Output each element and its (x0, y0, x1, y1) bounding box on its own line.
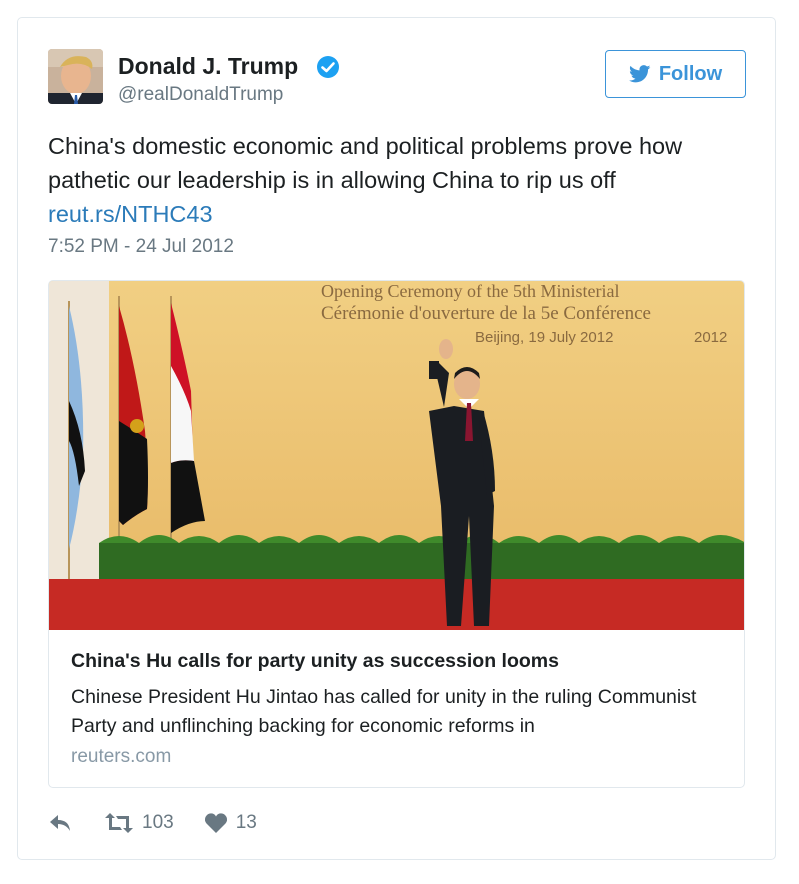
link-preview-card[interactable]: Opening Ceremony of the 5th Ministerial … (48, 280, 745, 788)
profile-photo (48, 49, 103, 104)
avatar[interactable] (48, 49, 103, 104)
wall-caption-line-2: Cérémonie d'ouverture de la 5e Conférenc… (321, 303, 651, 324)
heart-icon (204, 813, 227, 833)
follow-label: Follow (658, 62, 723, 85)
reply-button[interactable] (48, 812, 74, 834)
author-name[interactable]: Donald J. Trump (118, 53, 298, 80)
retweet-count: 103 (142, 812, 174, 833)
author-handle[interactable]: @realDonaldTrump (118, 84, 283, 106)
reply-icon (50, 815, 70, 831)
tweet-link[interactable]: reut.rs/NTHC43 (48, 197, 213, 231)
twitter-bird-icon (628, 65, 651, 83)
retweet-icon (105, 813, 133, 833)
article-domain: reuters.com (71, 746, 172, 767)
article-title[interactable]: China's Hu calls for party unity as succ… (71, 650, 559, 673)
verified-badge-icon (317, 56, 339, 78)
wall-caption-line-4: 2012 (694, 329, 727, 346)
retweet-button[interactable]: 103 (104, 812, 174, 834)
tweet-text: China's domestic economic and political … (48, 133, 683, 193)
like-count: 13 (235, 812, 257, 833)
tweet-actions: 103 13 (48, 808, 257, 838)
like-button[interactable]: 13 (204, 812, 257, 834)
follow-button[interactable]: Follow (605, 50, 746, 98)
wall-caption-line-1: Opening Ceremony of the 5th Ministerial (321, 281, 619, 301)
article-photo[interactable]: Opening Ceremony of the 5th Ministerial … (49, 281, 745, 630)
article-description: Chinese President Hu Jintao has called f… (71, 686, 697, 737)
tweet-timestamp[interactable]: 7:52 PM - 24 Jul 2012 (48, 236, 234, 258)
wall-caption-line-3: Beijing, 19 July 2012 (475, 329, 613, 346)
